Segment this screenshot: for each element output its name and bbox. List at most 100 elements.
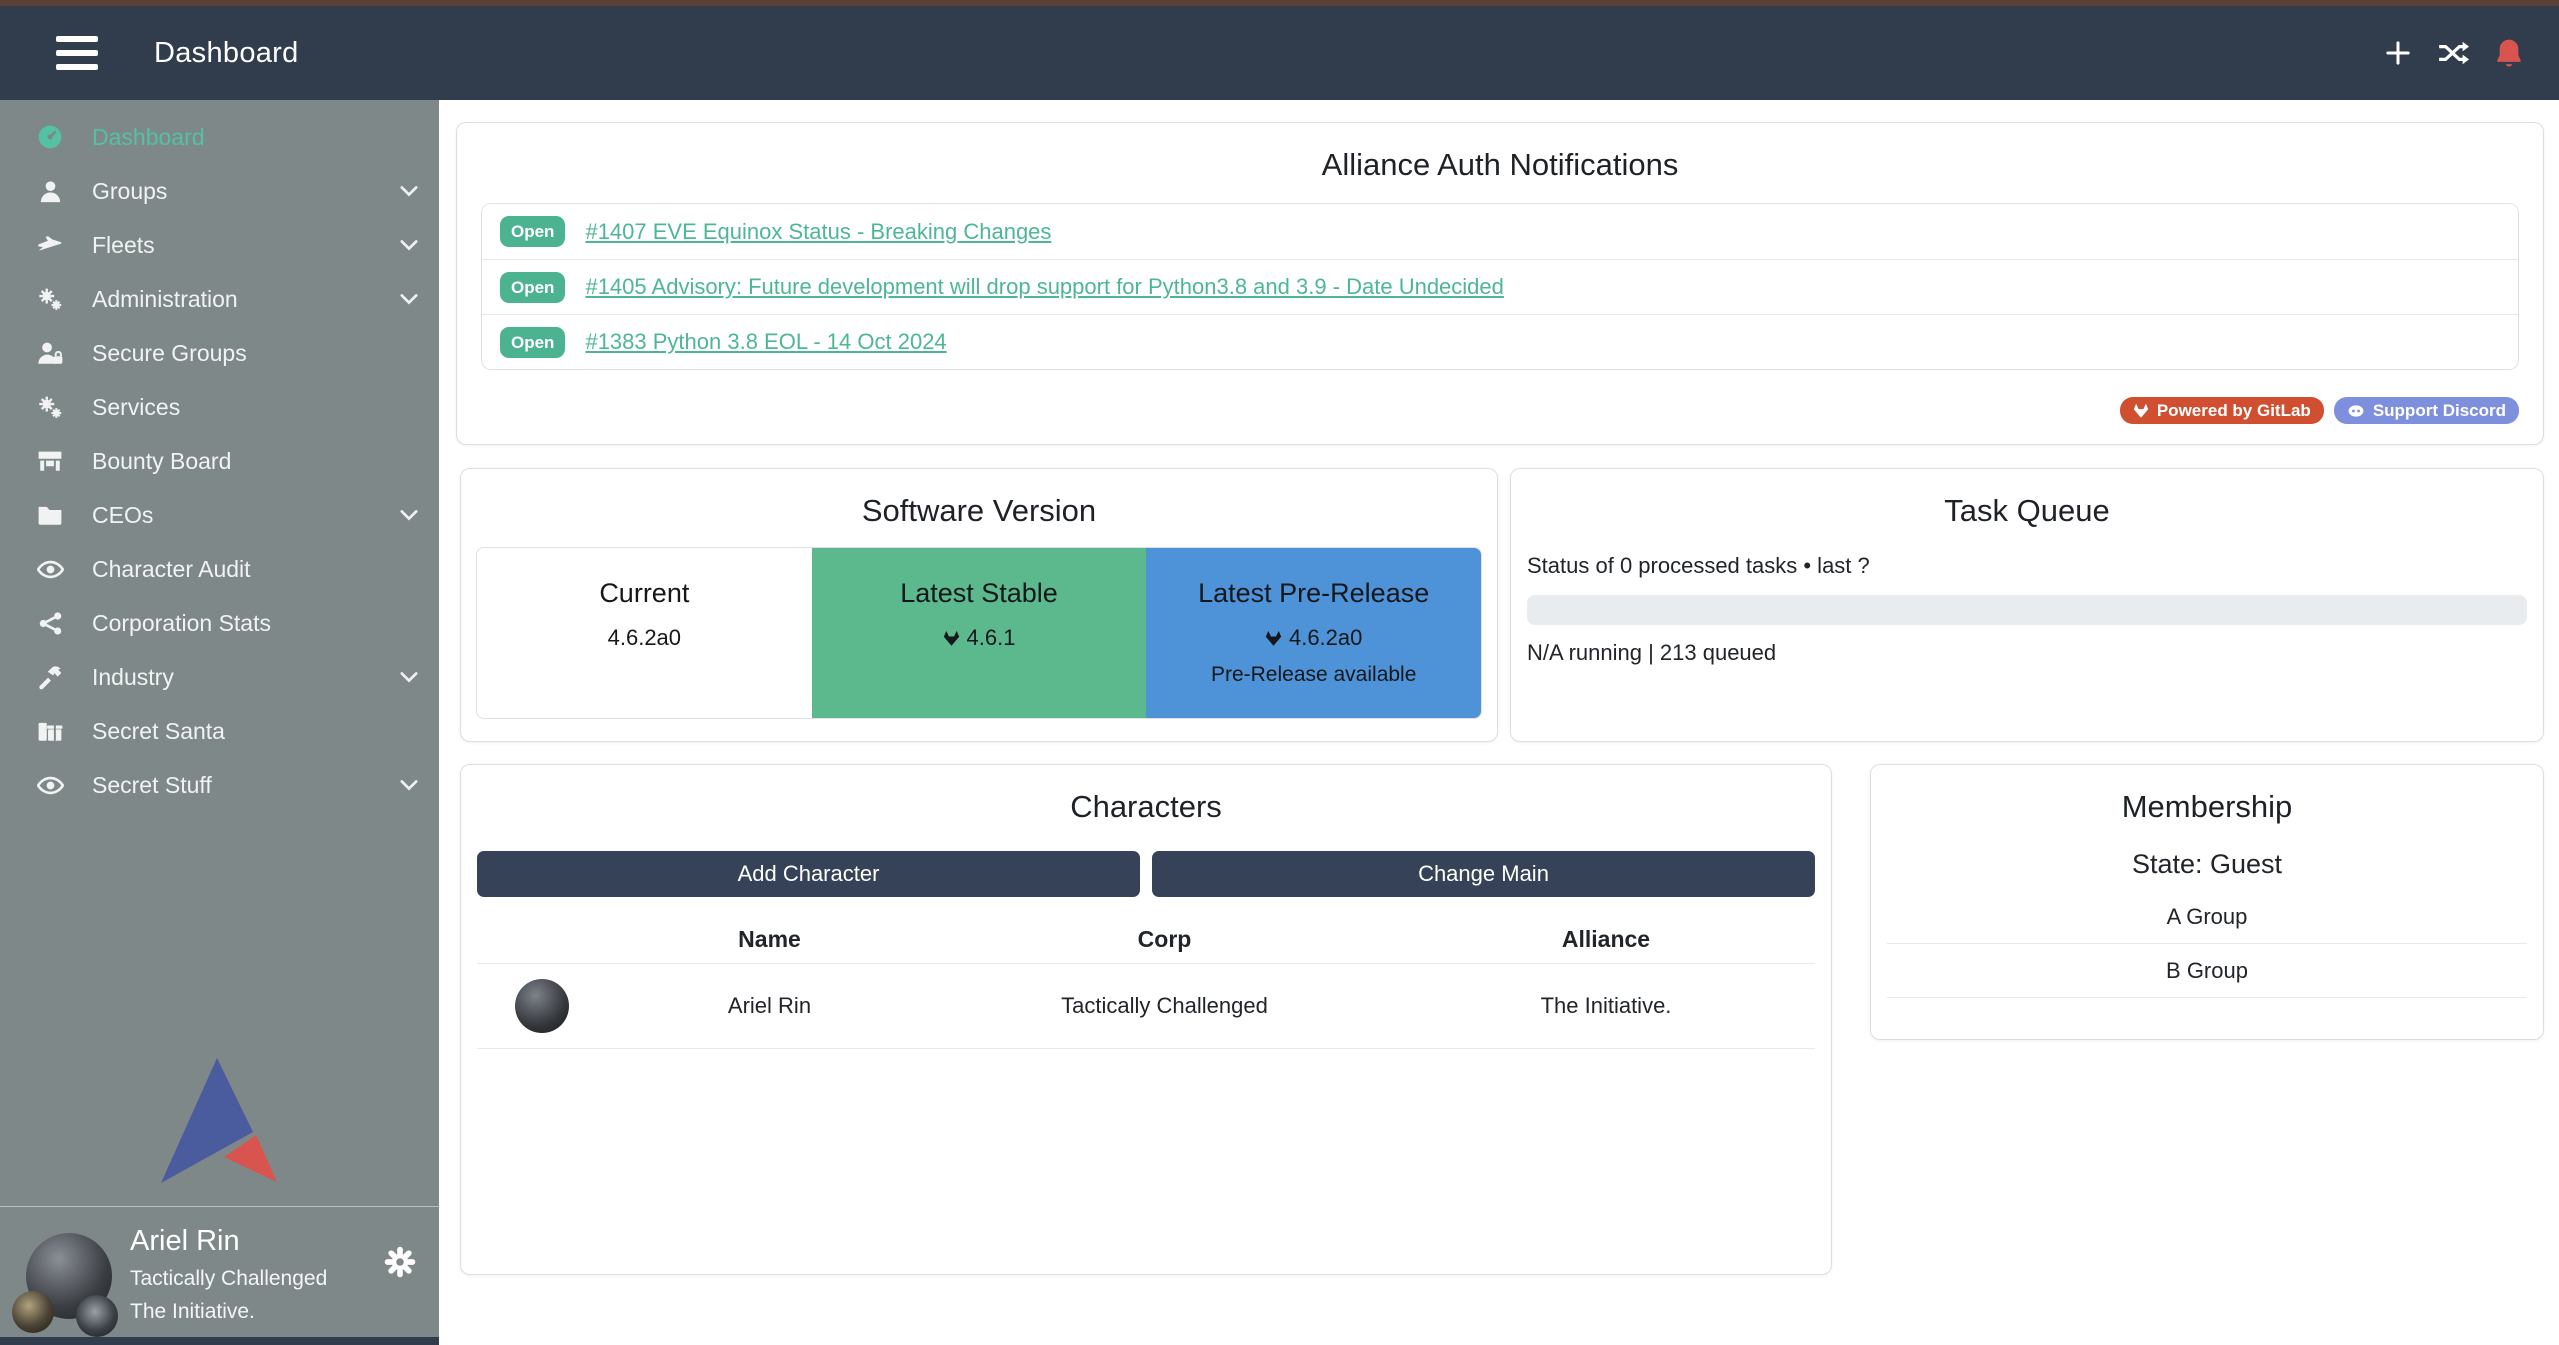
user-info: Ariel Rin Tactically Challenged The Init… — [130, 1225, 327, 1324]
notifications-list: Open #1407 EVE Equinox Status - Breaking… — [481, 203, 2519, 370]
share-icon — [30, 611, 70, 636]
chevron-down-icon — [397, 233, 421, 257]
notifications-bell-button[interactable] — [2489, 33, 2529, 73]
user-lock-icon — [30, 340, 70, 366]
notification-row: Open #1405 Advisory: Future development … — [482, 259, 2518, 314]
sidebar-item-groups[interactable]: Groups — [0, 164, 439, 218]
version-label: Latest Stable — [812, 578, 1147, 609]
version-current-cell: Current 4.6.2a0 — [477, 548, 812, 718]
notifications-panel: Alliance Auth Notifications Open #1407 E… — [456, 122, 2544, 445]
add-character-button[interactable]: Add Character — [477, 851, 1140, 897]
sidebar-item-label: Dashboard — [92, 124, 205, 151]
table-row: Ariel Rin Tactically Challenged The Init… — [477, 963, 1815, 1049]
notification-link[interactable]: #1405 Advisory: Future development will … — [585, 274, 1503, 300]
characters-panel: Characters Add Character Change Main Nam… — [460, 764, 1832, 1275]
footer-badges: Powered by GitLab Support Discord — [2120, 397, 2519, 424]
sidebar-item-secret-santa[interactable]: Secret Santa — [0, 704, 439, 758]
task-queue-panel: Task Queue Status of 0 processed tasks •… — [1510, 468, 2544, 742]
chevron-down-icon — [397, 773, 421, 797]
sidebar-item-services[interactable]: Services — [0, 380, 439, 434]
sidebar-item-label: Industry — [92, 664, 174, 691]
chevron-down-icon — [397, 179, 421, 203]
change-main-button[interactable]: Change Main — [1152, 851, 1815, 897]
user-corp: Tactically Challenged — [130, 1267, 327, 1291]
sidebar-item-label: Secure Groups — [92, 340, 247, 367]
sidebar-item-bounty-board[interactable]: Bounty Board — [0, 434, 439, 488]
character-alliance: The Initiative. — [1397, 993, 1815, 1019]
status-badge: Open — [500, 327, 565, 358]
page-title: Dashboard — [154, 37, 299, 70]
status-badge: Open — [500, 216, 565, 247]
membership-panel: Membership State: Guest A Group B Group — [1870, 764, 2544, 1040]
bell-alert-icon — [2493, 37, 2525, 69]
software-version-panel: Software Version Current 4.6.2a0 Latest … — [460, 468, 1498, 742]
sidebar-item-label: Services — [92, 394, 180, 421]
top-navbar: Dashboard — [0, 6, 2559, 100]
user-settings-button[interactable] — [383, 1245, 417, 1279]
sidebar-item-administration[interactable]: Administration — [0, 272, 439, 326]
folder-icon — [30, 502, 70, 528]
version-prerelease-cell: Latest Pre-Release 4.6.2a0 Pre-Release a… — [1146, 548, 1481, 718]
character-portrait — [515, 979, 569, 1033]
task-queue-status: Status of 0 processed tasks • last ? — [1527, 553, 2527, 579]
sidebar-item-dashboard[interactable]: Dashboard — [0, 110, 439, 164]
powered-by-gitlab-badge[interactable]: Powered by GitLab — [2120, 397, 2324, 424]
shuffle-icon — [2437, 38, 2469, 68]
shuffle-button[interactable] — [2433, 34, 2473, 72]
hamburger-bar — [56, 36, 98, 42]
support-discord-badge[interactable]: Support Discord — [2334, 397, 2519, 424]
column-header-corp: Corp — [932, 926, 1397, 953]
hammer-icon — [30, 664, 70, 690]
version-value: 4.6.1 — [967, 625, 1016, 651]
gauge-icon — [30, 124, 70, 150]
prerelease-note: Pre-Release available — [1146, 663, 1481, 687]
badge-label: Support Discord — [2373, 401, 2506, 421]
software-version-title: Software Version — [461, 469, 1497, 529]
membership-groups: A Group B Group — [1887, 890, 2527, 998]
characters-table-header: Name Corp Alliance — [477, 915, 1815, 963]
sidebar-item-label: Secret Santa — [92, 718, 225, 745]
hamburger-bar — [56, 50, 98, 56]
characters-table: Name Corp Alliance Ariel Rin Tactically … — [477, 915, 1815, 1049]
sidebar-item-industry[interactable]: Industry — [0, 650, 439, 704]
menu-toggle-button[interactable] — [56, 36, 98, 70]
user-icon — [30, 179, 70, 204]
sidebar-item-secret-stuff[interactable]: Secret Stuff — [0, 758, 439, 812]
characters-buttons: Add Character Change Main — [477, 851, 1815, 897]
sidebar-item-corporation-stats[interactable]: Corporation Stats — [0, 596, 439, 650]
sidebar-item-label: Character Audit — [92, 556, 251, 583]
eye-icon — [30, 556, 70, 583]
sidebar: Dashboard Groups Fleets Administra — [0, 100, 439, 1345]
gears-icon — [30, 394, 70, 420]
sidebar-item-ceos[interactable]: CEOs — [0, 488, 439, 542]
version-label: Current — [477, 578, 812, 609]
character-corp: Tactically Challenged — [932, 993, 1397, 1019]
notification-link[interactable]: #1407 EVE Equinox Status - Breaking Chan… — [585, 219, 1051, 245]
sidebar-item-label: Secret Stuff — [92, 772, 212, 799]
column-header-alliance: Alliance — [1397, 926, 1815, 953]
spaceship-icon — [30, 232, 70, 258]
character-name: Ariel Rin — [607, 993, 932, 1019]
user-name: Ariel Rin — [130, 1225, 327, 1258]
chevron-down-icon — [397, 287, 421, 311]
sidebar-item-label: Corporation Stats — [92, 610, 271, 637]
add-button[interactable] — [2379, 34, 2417, 72]
version-value: 4.6.2a0 — [608, 625, 681, 651]
sidebar-footer-bar — [0, 1337, 439, 1345]
hamburger-bar — [56, 64, 98, 70]
task-queue-summary: N/A running | 213 queued — [1527, 640, 2527, 666]
gitlab-icon — [943, 630, 960, 647]
notification-link[interactable]: #1383 Python 3.8 EOL - 14 Oct 2024 — [585, 329, 946, 355]
user-avatar-group — [26, 1233, 126, 1337]
notification-row: Open #1407 EVE Equinox Status - Breaking… — [482, 204, 2518, 259]
characters-title: Characters — [461, 765, 1831, 825]
plus-icon — [2383, 38, 2413, 68]
chevron-down-icon — [397, 503, 421, 527]
sidebar-item-secure-groups[interactable]: Secure Groups — [0, 326, 439, 380]
sidebar-item-label: CEOs — [92, 502, 153, 529]
chevron-down-icon — [397, 665, 421, 689]
sidebar-item-fleets[interactable]: Fleets — [0, 218, 439, 272]
sidebar-item-character-audit[interactable]: Character Audit — [0, 542, 439, 596]
sidebar-nav: Dashboard Groups Fleets Administra — [0, 100, 439, 812]
version-stable-cell: Latest Stable 4.6.1 — [812, 548, 1147, 718]
